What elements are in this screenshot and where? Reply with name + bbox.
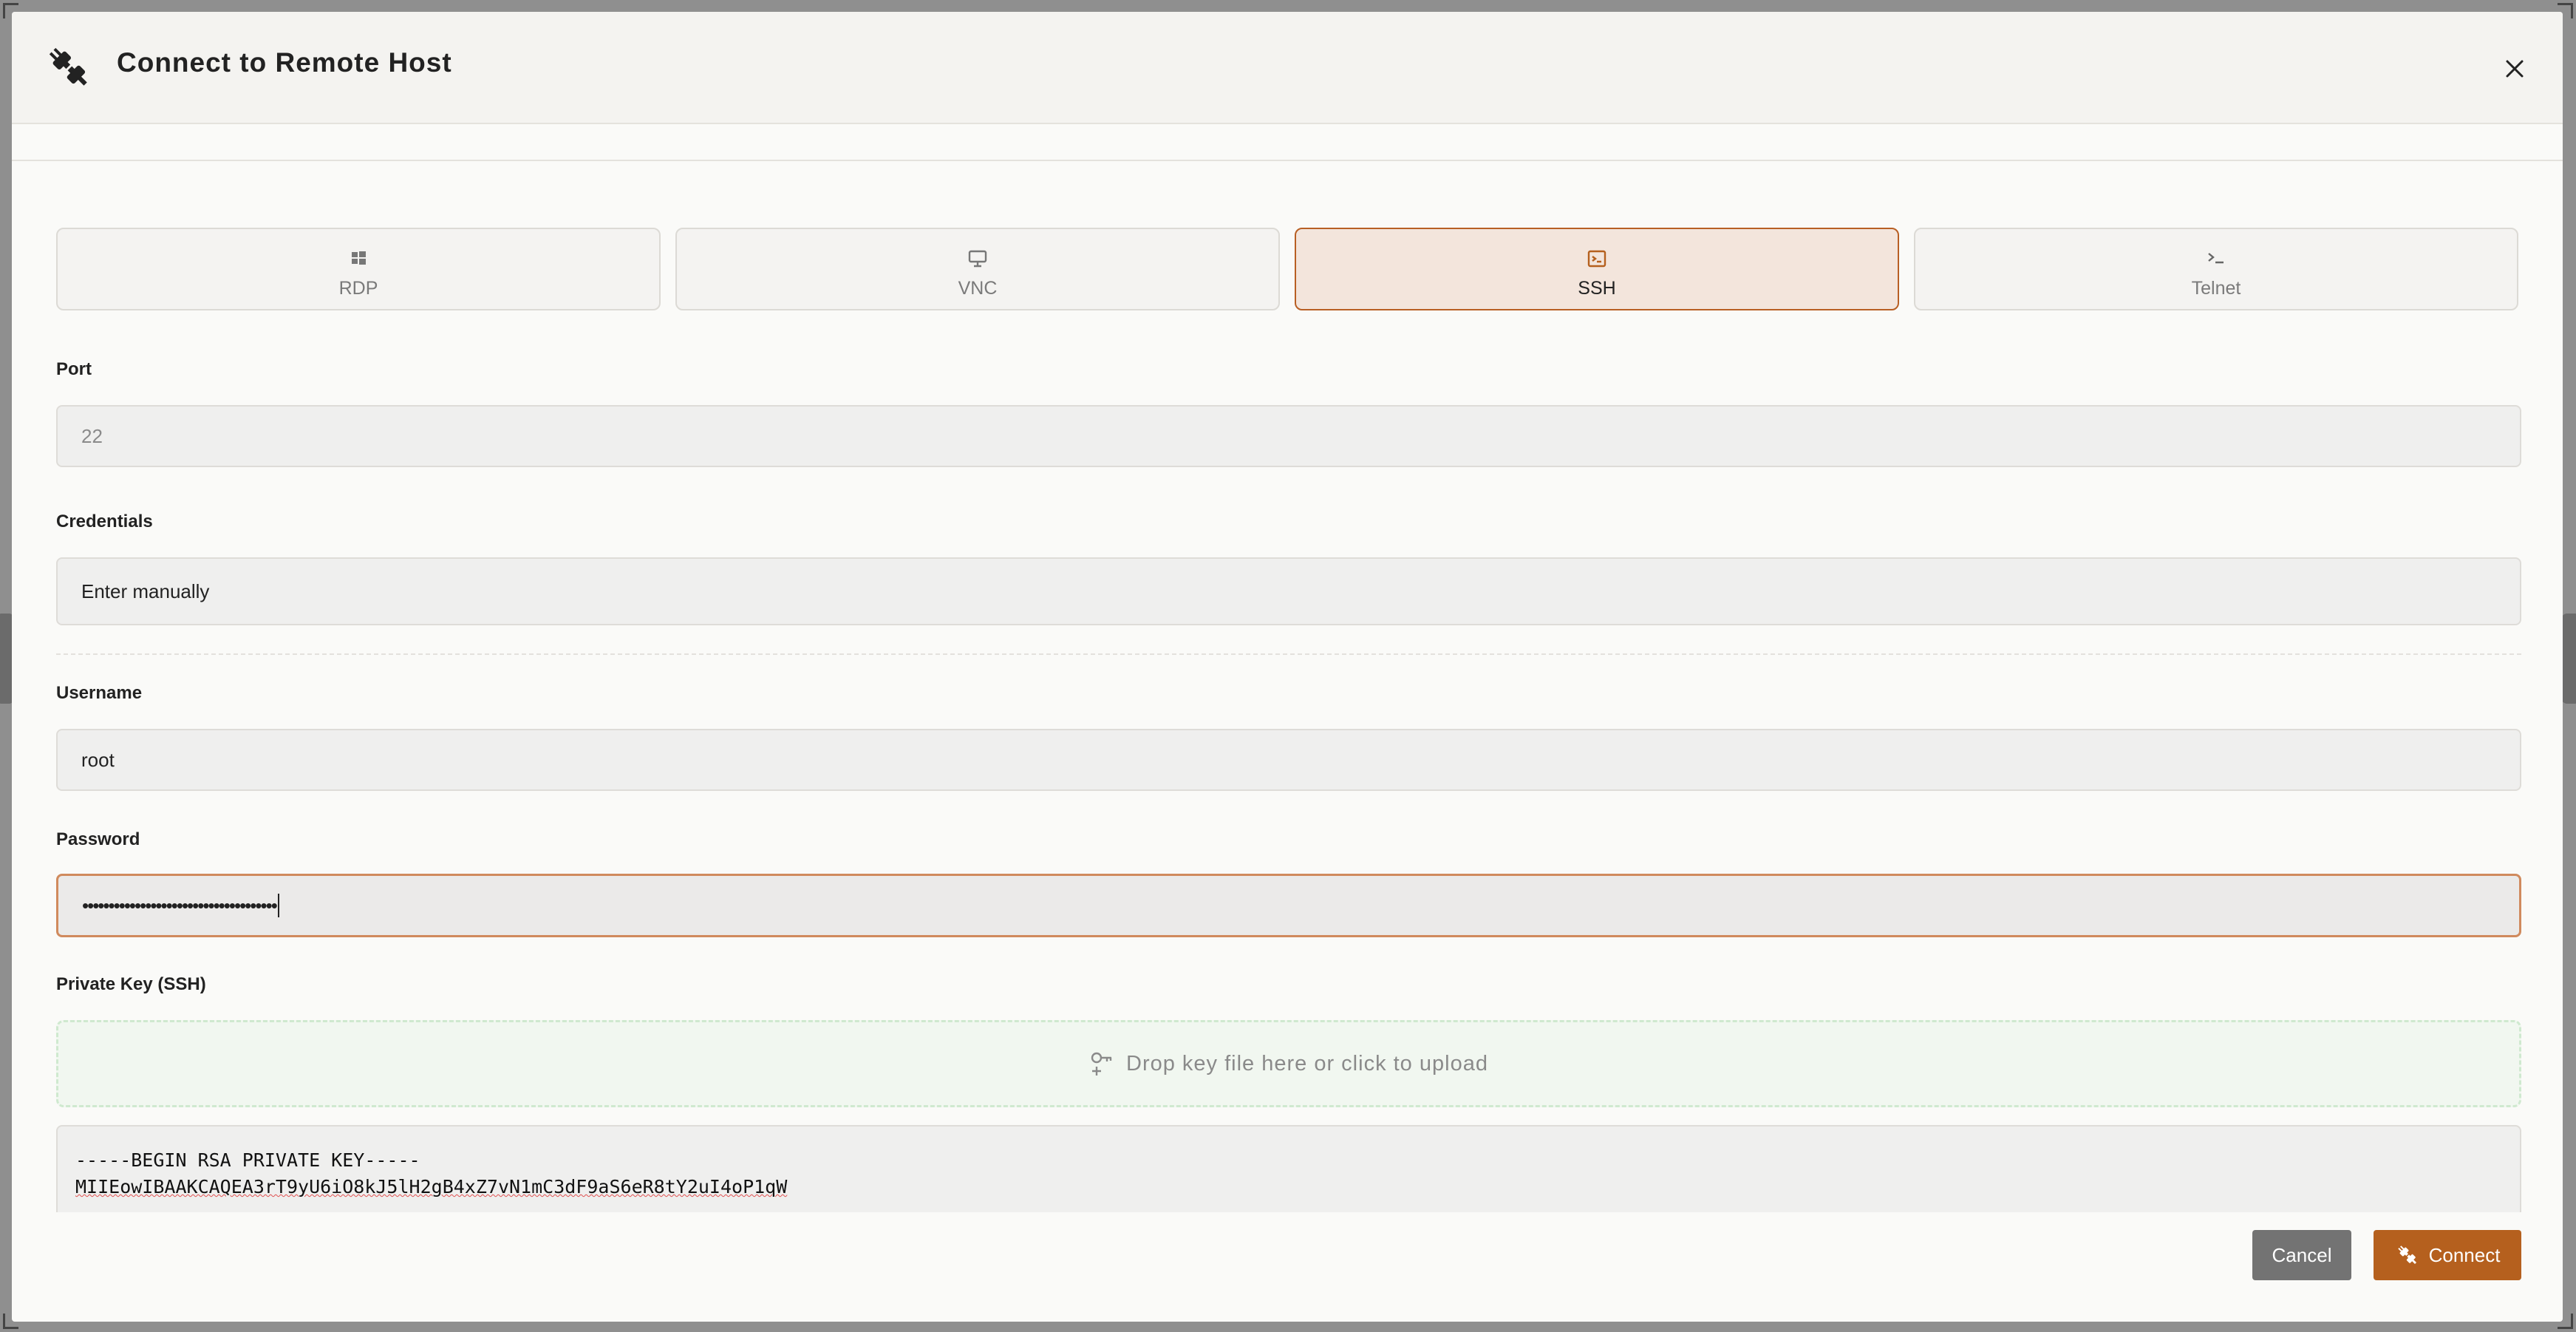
dialog-title: Connect to Remote Host: [117, 47, 452, 78]
windows-icon: [58, 250, 659, 271]
key-line: -----BEGIN RSA PRIVATE KEY-----: [75, 1149, 420, 1171]
connect-dialog: Connect to Remote Host RDP VNC SSH Telne…: [12, 12, 2563, 1322]
close-icon: [2506, 60, 2524, 78]
protocol-label: Telnet: [2191, 278, 2241, 299]
protocol-rdp[interactable]: RDP: [56, 228, 661, 310]
plug-icon: [43, 41, 95, 93]
corner-mark: [2558, 3, 2573, 18]
credentials-label: Credentials: [56, 512, 153, 531]
username-input[interactable]: root: [56, 729, 2521, 791]
connect-label: Connect: [2428, 1243, 2501, 1266]
plug-icon: [2397, 1246, 2416, 1265]
protocol-label: SSH: [1578, 278, 1616, 299]
port-label: Port: [56, 359, 92, 379]
right-resize-handle[interactable]: [2561, 614, 2576, 704]
key-dropzone[interactable]: Drop key file here or click to upload: [56, 1020, 2521, 1107]
section-divider: [56, 653, 2521, 655]
password-value: •••••••••••••••••••••••••••••••••••••: [82, 894, 278, 917]
prompt-icon: [1915, 250, 2517, 271]
port-input[interactable]: 22: [56, 405, 2521, 467]
credentials-select[interactable]: Enter manually: [56, 557, 2521, 625]
protocol-telnet[interactable]: Telnet: [1914, 228, 2518, 310]
protocol-label: VNC: [958, 278, 998, 299]
private-key-textarea[interactable]: -----BEGIN RSA PRIVATE KEY----- MIIEowIBA…: [56, 1125, 2521, 1212]
dialog-header: Connect to Remote Host: [12, 12, 2563, 124]
monitor-icon: [677, 250, 1278, 271]
close-button[interactable]: [2496, 50, 2533, 87]
dropzone-text: Drop key file here or click to upload: [1126, 1051, 1488, 1076]
password-input[interactable]: •••••••••••••••••••••••••••••••••••••: [56, 874, 2521, 937]
username-label: Username: [56, 683, 143, 703]
private-key-label: Private Key (SSH): [56, 974, 206, 994]
key-upload-icon: [1091, 1052, 1112, 1076]
key-line: MIIEowIBAAKCAQEA3rT9yU6iO8kJ5lH2gB4xZ7vN…: [75, 1176, 788, 1197]
cancel-button[interactable]: Cancel: [2252, 1230, 2351, 1280]
protocol-vnc[interactable]: VNC: [675, 228, 1280, 310]
terminal-icon: [1296, 250, 1898, 271]
corner-mark: [3, 3, 18, 18]
protocol-label: RDP: [338, 278, 378, 299]
connect-button[interactable]: Connect: [2374, 1230, 2521, 1280]
password-label: Password: [56, 829, 140, 849]
text-caret: [277, 894, 279, 917]
header-subbar: [12, 124, 2563, 161]
protocol-ssh[interactable]: SSH: [1295, 228, 1899, 310]
corner-mark: [2558, 1314, 2573, 1329]
corner-mark: [3, 1314, 18, 1329]
protocol-selector: RDP VNC SSH Telnet: [56, 228, 2521, 313]
